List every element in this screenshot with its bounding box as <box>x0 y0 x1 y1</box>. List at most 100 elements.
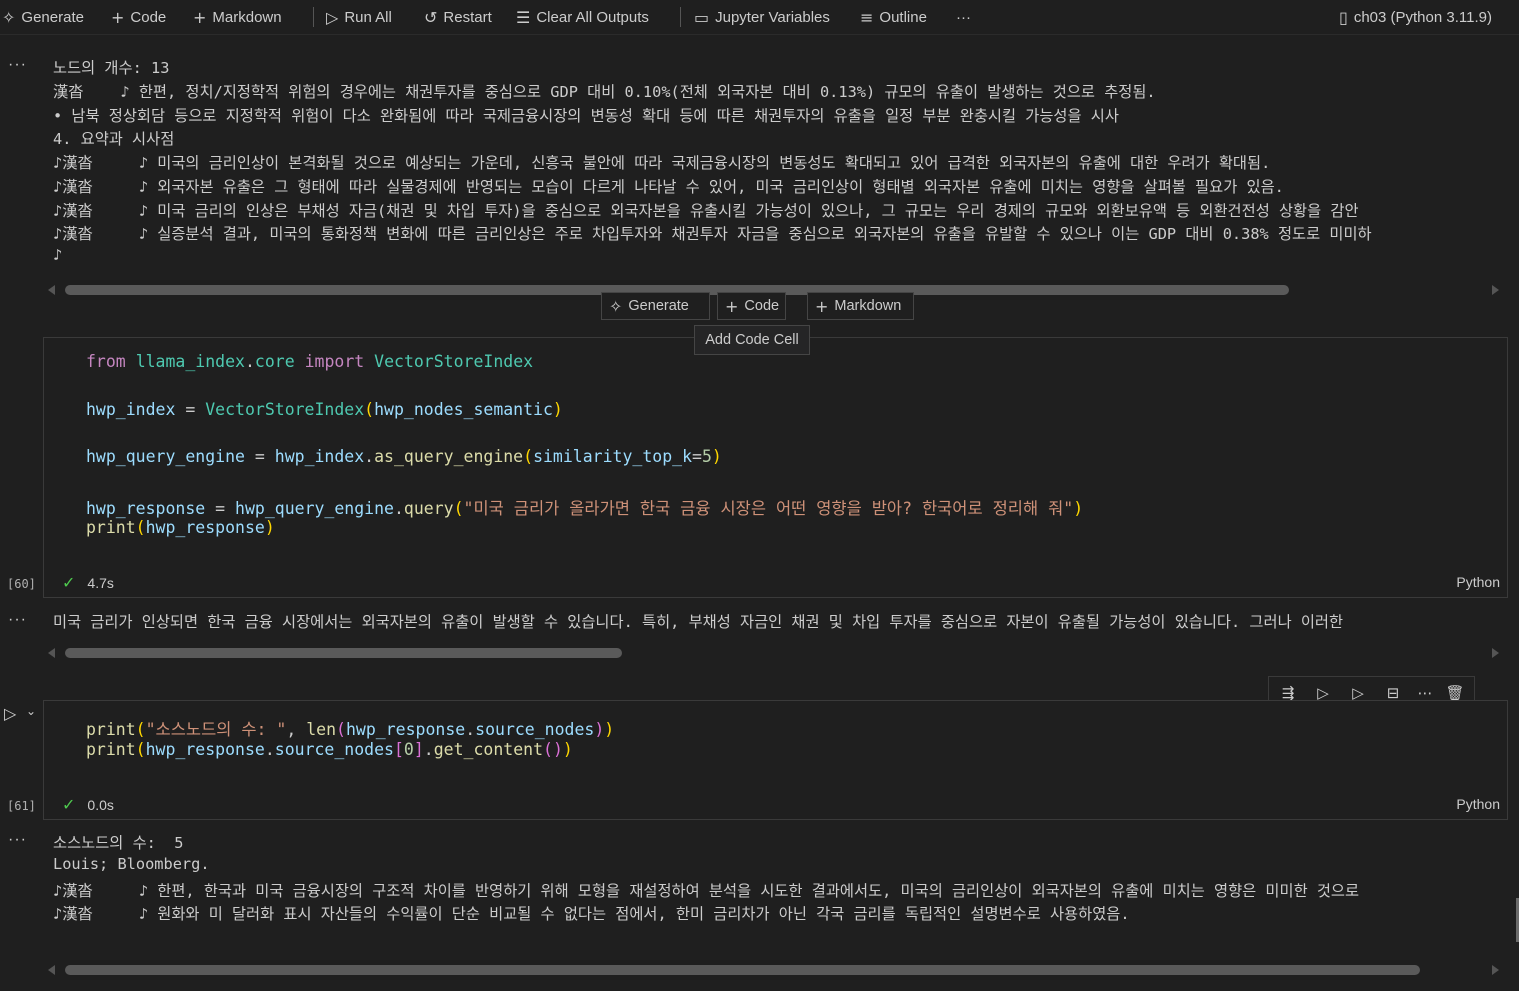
output-line: ♪漢沓 ♪ 미국 금리의 인상은 부채성 자금(채권 및 차입 투자)을 중심으… <box>53 202 1359 220</box>
check-icon: ✓ <box>62 795 76 814</box>
output-more-button[interactable]: ··· <box>8 611 27 629</box>
code-token: hwp_response <box>86 499 206 518</box>
generate-button[interactable]: ✧ Generate <box>2 6 84 28</box>
code-token: len <box>306 720 337 739</box>
code-cell-60[interactable] <box>43 337 1508 598</box>
add-markdown-button[interactable]: + Markdown <box>193 6 282 28</box>
clear-all-outputs-button[interactable]: ☰ Clear All Outputs <box>516 6 649 28</box>
code-token: ) <box>604 720 615 739</box>
code-token: similarity_top_k <box>533 447 693 466</box>
code-token: ( <box>336 720 346 739</box>
insert-generate-button[interactable]: ✧ Generate <box>601 292 710 320</box>
output-more-button[interactable]: ··· <box>8 831 27 849</box>
execution-count: [60] <box>7 577 36 591</box>
output-line: 소스노드의 수: 5 <box>53 834 184 852</box>
plus-icon: + <box>193 7 207 27</box>
code-token: "미국 금리가 올라가면 한국 금융 시장은 어떤 영향을 받아? 한국어로 정… <box>463 499 1074 518</box>
output-line: ♪漢沓 ♪ 원화와 미 달러화 표시 자산들의 수익률이 단순 비교될 수 없다… <box>53 905 1130 923</box>
scroll-right-icon[interactable] <box>1492 285 1499 295</box>
code-line[interactable]: from llama_index.core import VectorStore… <box>86 352 533 371</box>
outline-label: Outline <box>879 8 927 26</box>
output-line: • 남북 정상회담 등으로 지정학적 위험이 다소 완화됨에 따라 국제금융시장… <box>53 107 1119 125</box>
insert-code-label: Code <box>744 298 780 314</box>
code-token: ) <box>594 720 605 739</box>
scroll-right-icon[interactable] <box>1492 965 1499 975</box>
outline-icon: ≡ <box>860 7 874 27</box>
cell-language[interactable]: Python <box>1456 796 1500 812</box>
output-line: 4. 요약과 시사점 <box>53 130 175 148</box>
scroll-left-icon[interactable] <box>48 285 55 295</box>
code-token: ) <box>711 447 722 466</box>
run-all-label: Run All <box>344 8 392 26</box>
code-token: VectorStoreIndex <box>374 352 534 371</box>
code-token: print <box>86 720 136 739</box>
code-token: ) <box>552 740 563 759</box>
code-line[interactable]: print(hwp_response) <box>86 518 275 537</box>
code-token: hwp_response <box>345 720 466 739</box>
code-token: print <box>86 740 136 759</box>
insert-markdown-button[interactable]: + Markdown <box>807 292 914 320</box>
output-line: ♪漢沓 ♪ 실증분석 결과, 미국의 통화정책 변화에 따른 금리인상은 주로 … <box>53 225 1372 243</box>
insert-code-button[interactable]: + Code <box>717 292 786 320</box>
code-line[interactable]: print("소스노드의 수: ", len(hwp_response.sour… <box>86 716 614 740</box>
scroll-left-icon[interactable] <box>48 648 55 658</box>
output-more-button[interactable]: ··· <box>8 56 27 74</box>
code-token: = <box>185 400 196 419</box>
run-cell-icon[interactable]: ▷ <box>4 704 16 723</box>
code-line[interactable]: print(hwp_response.source_nodes[0].get_c… <box>86 740 573 759</box>
run-all-icon: ▷ <box>326 7 339 27</box>
scroll-left-icon[interactable] <box>48 965 55 975</box>
variables-icon: ▭ <box>694 7 710 27</box>
code-token: . <box>364 447 375 466</box>
code-token: llama_index <box>135 352 245 371</box>
code-line[interactable]: hwp_response = hwp_query_engine.query("미… <box>86 495 1083 519</box>
output-line: 漢沓 ♪ 한편, 정치/지정학적 위험의 경우에는 채권투자를 중심으로 GDP… <box>53 83 1156 101</box>
output-line: Louis; Bloomberg. <box>53 855 210 873</box>
code-token: . <box>244 352 255 371</box>
code-token: hwp_query_engine <box>86 447 245 466</box>
restart-button[interactable]: ↺ Restart <box>424 6 492 28</box>
code-token: VectorStoreIndex <box>205 400 365 419</box>
variables-label: Jupyter Variables <box>715 8 830 26</box>
code-token: = <box>254 447 265 466</box>
code-token: ) <box>552 400 563 419</box>
code-token: . <box>393 499 404 518</box>
code-line[interactable]: hwp_index = VectorStoreIndex(hwp_nodes_s… <box>86 400 563 419</box>
code-token: . <box>264 740 275 759</box>
add-code-button[interactable]: + Code <box>111 6 166 28</box>
cell-language[interactable]: Python <box>1456 574 1500 590</box>
code-token: ) <box>562 740 573 759</box>
code-token: ( <box>543 740 553 759</box>
jupyter-variables-button[interactable]: ▭ Jupyter Variables <box>694 6 830 28</box>
chevron-down-icon[interactable]: ⌄ <box>26 704 36 718</box>
toolbar-divider <box>680 7 681 27</box>
code-token: hwp_query_engine <box>235 499 394 518</box>
run-all-button[interactable]: ▷ Run All <box>326 6 392 28</box>
code-label: Code <box>130 8 167 26</box>
outline-button[interactable]: ≡ Outline <box>860 6 927 28</box>
code-token: get_content <box>433 740 544 759</box>
output-line: 미국 금리가 인상되면 한국 금융 시장에서는 외국자본의 유출이 발생할 수 … <box>53 613 1344 631</box>
toolbar-divider <box>313 7 314 27</box>
code-token: = <box>692 447 702 466</box>
add-code-cell-tooltip: Add Code Cell <box>694 325 810 355</box>
cell-status: ✓ 4.7s <box>62 573 114 592</box>
cell-status: ✓ 0.0s <box>62 795 114 814</box>
code-token: ( <box>453 499 464 518</box>
output-line: 노드의 개수: 13 <box>53 59 170 77</box>
output-line: ♪漢沓 ♪ 미국의 금리인상이 본격화될 것으로 예상되는 가운데, 신흥국 불… <box>53 154 1271 172</box>
output-line: ♪漢沓 ♪ 외국자본 유출은 그 형태에 따라 실물경제에 반영되는 모습이 다… <box>53 178 1284 196</box>
horizontal-scrollbar[interactable] <box>65 648 622 658</box>
code-token: "소스노드의 수: " <box>145 720 287 739</box>
code-line[interactable]: hwp_query_engine = hwp_index.as_query_en… <box>86 447 722 466</box>
code-token: 0 <box>403 740 414 759</box>
code-token: hwp_index <box>274 447 365 466</box>
horizontal-scrollbar[interactable] <box>65 965 1420 975</box>
code-token: hwp_response <box>145 518 265 537</box>
code-token: , <box>286 720 307 739</box>
scroll-right-icon[interactable] <box>1492 648 1499 658</box>
toolbar-more-button[interactable]: ··· <box>956 6 971 28</box>
kernel-icon: ▯ <box>1339 7 1348 27</box>
code-token: ( <box>135 720 146 739</box>
kernel-picker[interactable]: ▯ ch03 (Python 3.11.9) <box>1339 6 1492 28</box>
